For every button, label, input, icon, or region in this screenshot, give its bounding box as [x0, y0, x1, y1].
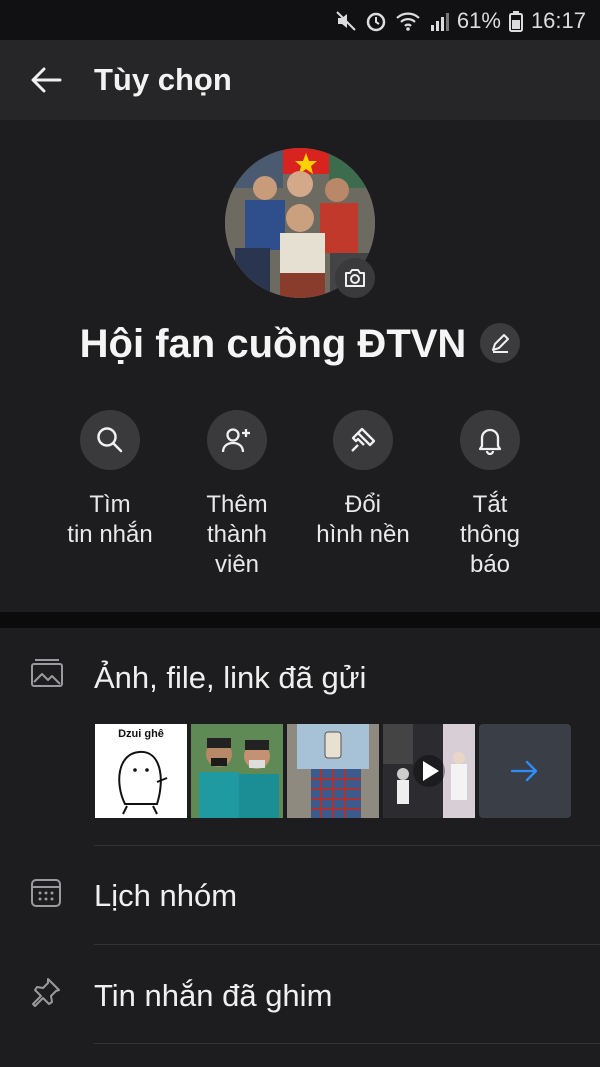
- view-more-media-button[interactable]: [479, 724, 571, 818]
- mute-icon: [336, 11, 356, 31]
- search-messages-label: Tìm tin nhắn: [67, 491, 153, 548]
- paint-brush-icon: [351, 427, 376, 452]
- mute-notifications-label: Tắt thông báo: [459, 491, 521, 578]
- wifi-icon: [396, 12, 420, 31]
- app-bar: Tùy chọn: [0, 40, 600, 120]
- media-thumbnail[interactable]: Dzui ghê: [95, 724, 187, 818]
- search-messages-action[interactable]: Tìm tin nhắn: [40, 410, 180, 550]
- group-calendar-label: Lịch nhóm: [94, 878, 238, 913]
- mute-notifications-button[interactable]: [460, 410, 520, 470]
- media-thumbnail[interactable]: [191, 724, 283, 818]
- change-avatar-button[interactable]: [335, 258, 375, 298]
- add-members-action[interactable]: Thêm thành viên: [167, 410, 307, 580]
- pin-icon: [32, 978, 60, 1007]
- back-button[interactable]: [28, 62, 64, 98]
- clock: 16:17: [530, 8, 586, 33]
- row-separator: [94, 1043, 600, 1044]
- row-separator: [94, 944, 600, 945]
- arrow-right-icon: [510, 760, 538, 782]
- change-background-button[interactable]: [333, 410, 393, 470]
- back-arrow-icon: [31, 67, 62, 93]
- change-background-label: Đổi hình nền: [316, 491, 410, 548]
- row-separator: [94, 845, 600, 846]
- add-member-button[interactable]: [207, 410, 267, 470]
- media-thumbnail[interactable]: [287, 724, 379, 818]
- signal-icon: [430, 13, 449, 31]
- photo-gallery-icon: [31, 659, 63, 687]
- edit-name-button[interactable]: [480, 322, 521, 363]
- media-video-thumbnail[interactable]: [383, 724, 475, 818]
- status-bar: 61% 16:17: [0, 0, 600, 40]
- mute-notifications-action[interactable]: Tắt thông báo: [420, 410, 560, 580]
- alarm-icon: [366, 12, 386, 32]
- section-divider: [0, 612, 600, 628]
- pencil-icon: [492, 333, 510, 353]
- pinned-messages-label: Tin nhắn đã ghim: [94, 978, 333, 1013]
- page-title: Tùy chọn: [94, 62, 232, 97]
- change-background-action[interactable]: Đổi hình nền: [293, 410, 433, 550]
- shared-media-label: Ảnh, file, link đã gửi: [94, 660, 367, 695]
- battery-icon: [508, 11, 523, 32]
- media-thumbnails: Dzui ghê: [95, 724, 571, 818]
- group-name: Hội fan cuồng ĐTVN: [79, 322, 467, 366]
- camera-icon: [345, 269, 365, 287]
- add-members-label: Thêm thành viên: [206, 491, 268, 578]
- bell-icon: [478, 428, 502, 455]
- group-name-row: Hội fan cuồng ĐTVN: [0, 322, 600, 367]
- search-button[interactable]: [80, 410, 140, 470]
- search-icon: [97, 427, 123, 453]
- battery-percent: 61%: [456, 8, 501, 33]
- add-user-icon: [221, 428, 250, 453]
- calendar-icon: [31, 879, 61, 907]
- group-avatar-container: [225, 148, 375, 298]
